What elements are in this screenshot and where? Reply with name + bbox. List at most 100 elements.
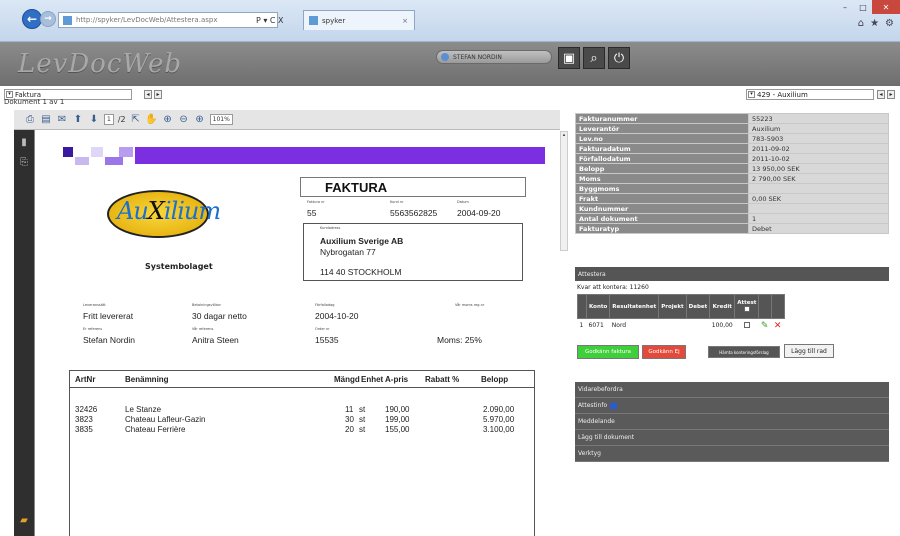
accordion-tools[interactable]: Verktyg xyxy=(575,446,889,462)
meta-row: Kundnummer xyxy=(575,203,889,214)
meta-value: Auxilium xyxy=(748,123,889,134)
column-header: Konto xyxy=(585,294,611,319)
prev-page-icon[interactable]: ⬆ xyxy=(72,114,84,126)
page-icon xyxy=(63,15,72,25)
attest-checkbox[interactable] xyxy=(743,321,750,328)
field-value: 2004-10-20 xyxy=(315,311,359,321)
select-tool-icon[interactable]: ⇱ xyxy=(130,114,142,126)
back-icon[interactable]: ← xyxy=(22,9,42,29)
field-value: Stefan Nordin xyxy=(83,335,135,345)
meta-value xyxy=(748,183,889,194)
meta-key: Antal dokument xyxy=(575,213,749,224)
decor-square xyxy=(75,157,89,165)
next-supplier-icon[interactable]: ▸ xyxy=(887,90,895,99)
edit-icon[interactable]: ✎ xyxy=(759,319,772,333)
cell-unit: st xyxy=(359,425,366,434)
email-icon[interactable]: ✉ xyxy=(56,114,68,126)
approve-invoice-button[interactable]: Godkänn faktura xyxy=(577,345,639,359)
meta-value: 2011-09-02 xyxy=(748,143,889,154)
address-tools[interactable]: P ▾ C X xyxy=(256,12,284,28)
invoice-title: FAKTURA xyxy=(325,180,388,195)
meta-row: Förfallodatum 2011-10-02 xyxy=(575,153,889,164)
home-icon[interactable]: ⌂ xyxy=(858,18,864,29)
address-line: Nybrogatan 77 xyxy=(320,247,376,257)
cell-debet xyxy=(686,319,710,333)
browser-tab[interactable]: spyker × xyxy=(303,10,415,30)
close-window-icon[interactable]: ✕ xyxy=(872,0,900,14)
edit-header xyxy=(758,294,773,319)
reject-button[interactable]: Godkänn Ej xyxy=(642,345,686,359)
remaining-to-account: Kvar att kontera: 11260 xyxy=(577,284,649,291)
favorites-icon[interactable]: ★ xyxy=(870,18,879,29)
address-bar[interactable]: http://spyker/LevDocWeb/Attestera.aspx xyxy=(58,12,278,28)
cell-artnr: 3835 xyxy=(75,425,93,434)
field-value: Anitra Steen xyxy=(192,335,239,345)
prev-supplier-icon[interactable]: ◂ xyxy=(877,90,885,99)
cell-qty: 30 xyxy=(345,415,354,424)
column-header: Enhet xyxy=(361,375,384,384)
page-input[interactable]: 1 xyxy=(104,114,114,125)
hand-tool-icon[interactable]: ✋ xyxy=(145,114,157,126)
field-label: Vår moms reg.nr xyxy=(455,303,485,307)
accordion-message[interactable]: Meddelande xyxy=(575,414,889,430)
user-icon xyxy=(441,53,449,61)
search-icon[interactable]: ⌕ xyxy=(583,47,605,69)
marquee-zoom-icon[interactable]: ⊕ xyxy=(162,114,174,126)
comments-icon[interactable]: ▰ xyxy=(18,514,30,526)
viewer-toolbar: ⎙ ▤ ✉ ⬆ ⬇ 1 /2 ⇱ ✋ ⊕ ⊖ ⊕ 101% xyxy=(14,110,560,130)
power-icon[interactable]: ⏻ xyxy=(608,47,630,69)
meta-value: Debet xyxy=(748,223,889,234)
scrollbar[interactable]: ▴ xyxy=(560,131,568,251)
supplier-select[interactable]: ▾ 429 - Auxilium xyxy=(746,89,874,100)
user-pill[interactable]: STEFAN NORDIN xyxy=(436,50,552,64)
tab-close-icon[interactable]: × xyxy=(402,17,408,25)
zoom-out-icon[interactable]: ⊖ xyxy=(178,114,190,126)
accordion-attestinfo[interactable]: Attestinfo xyxy=(575,398,889,414)
minimize-icon[interactable]: – xyxy=(836,0,854,14)
zoom-select[interactable]: 101% xyxy=(209,114,233,125)
settings-icon[interactable]: ⚙ xyxy=(885,18,894,29)
cell-name: Le Stanze xyxy=(125,405,162,414)
attest-cell xyxy=(735,319,759,333)
prev-doc-icon[interactable]: ◂ xyxy=(144,90,152,99)
maximize-icon[interactable]: □ xyxy=(854,0,872,14)
accordion-forward[interactable]: Vidarebefordra xyxy=(575,382,889,398)
cell-amount: 2.090,00 xyxy=(483,405,515,414)
invoice-number: 55 xyxy=(307,208,317,218)
page-total: /2 xyxy=(117,115,126,124)
documents-icon[interactable]: ▣ xyxy=(558,47,580,69)
address-label: Kundadress xyxy=(320,226,341,230)
tab-label: spyker xyxy=(322,16,346,25)
forward-icon[interactable]: → xyxy=(40,11,56,27)
meta-value xyxy=(748,203,889,214)
fetch-accounting-proposal-button[interactable]: Hämta konteringsförslag xyxy=(708,346,780,358)
next-page-icon[interactable]: ⬇ xyxy=(88,114,100,126)
cell-name: Chateau Ferrière xyxy=(125,425,186,434)
print-icon[interactable]: ⎙ xyxy=(24,114,36,126)
zoom-in-icon[interactable]: ⊕ xyxy=(194,114,206,126)
meta-row: Fakturadatum 2011-09-02 xyxy=(575,143,889,154)
row-num-header xyxy=(577,294,587,319)
delete-icon[interactable]: ✕ xyxy=(772,319,785,333)
cell-price: 199,00 xyxy=(385,415,410,424)
meta-key: Fakturadatum xyxy=(575,143,749,154)
attest-all-checkbox[interactable] xyxy=(743,305,750,312)
pages-icon[interactable]: ▮ xyxy=(18,136,30,148)
address-line: 114 40 STOCKHOLM xyxy=(320,267,402,277)
accordion-add-document[interactable]: Lägg till dokument xyxy=(575,430,889,446)
meta-key: Frakt xyxy=(575,193,749,204)
scroll-up-icon[interactable]: ▴ xyxy=(561,132,567,138)
meta-key: Leverantör xyxy=(575,123,749,134)
next-doc-icon[interactable]: ▸ xyxy=(154,90,162,99)
save-icon[interactable]: ▤ xyxy=(40,114,52,126)
meta-row: Antal dokument 1 xyxy=(575,213,889,224)
column-header: ArtNr xyxy=(75,375,96,384)
add-row-button[interactable]: Lägg till rad xyxy=(784,344,834,358)
attachments-icon[interactable]: ⎘ xyxy=(18,156,30,168)
meta-key: Moms xyxy=(575,173,749,184)
viewer-sidebar: ▮ ⎘ ▰ xyxy=(14,130,34,536)
field-label: Kund nr xyxy=(390,200,404,204)
meta-value: 2011-10-02 xyxy=(748,153,889,164)
supplier-value: 429 - Auxilium xyxy=(757,90,808,99)
metadata-pane: ▴ Fakturanummer 55223 Leverantör Auxilium Le… xyxy=(560,110,900,536)
